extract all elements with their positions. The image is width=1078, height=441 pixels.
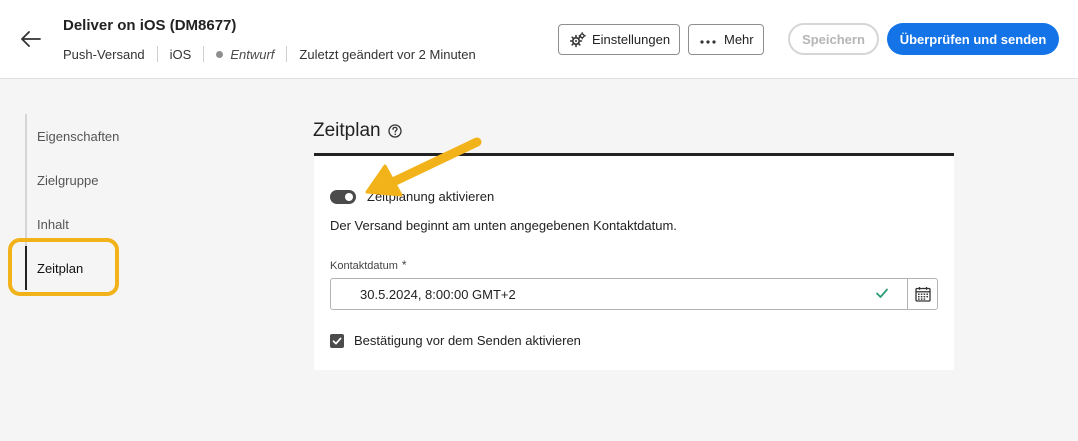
contact-date-input[interactable]: 30.5.2024, 8:00:00 GMT+2 [330,278,908,310]
confirmation-checkbox[interactable] [330,333,344,348]
confirmation-checkbox-row: Bestätigung vor dem Senden aktivieren [330,333,581,348]
status-badge: Entwurf [230,46,275,62]
sidebar-item-audience[interactable]: Zielgruppe [25,158,145,202]
settings-button[interactable]: Einstellungen [558,24,680,55]
more-label: Mehr [724,32,754,47]
save-button[interactable]: Speichern [788,23,879,55]
review-send-button[interactable]: Überprüfen und senden [887,23,1059,55]
confirmation-checkbox-label: Bestätigung vor dem Senden aktivieren [354,333,581,348]
status-dot-icon [216,50,224,58]
sidebar-item-label: Inhalt [37,216,69,232]
sidebar-item-label: Zielgruppe [37,172,99,188]
more-dots-icon [700,32,716,47]
annotation-arrow [365,137,482,197]
settings-label: Einstellungen [592,32,671,47]
contact-date-label: Kontaktdatum * [330,258,407,272]
delivery-meta: Push-Versand iOS Entwurf Zuletzt geänder… [63,45,476,63]
sidebar-item-properties[interactable]: Eigenschaften [25,114,145,158]
divider [156,46,158,62]
header-bar: Deliver on iOS (DM8677) Push-Versand iOS… [0,0,1078,79]
more-button[interactable]: Mehr [688,24,764,55]
checkmark-icon [875,286,889,300]
highlight-annotation [8,238,119,296]
schedule-description: Der Versand beginnt am unten angegebenen… [330,218,677,233]
gear-icon [570,31,586,48]
platform-label: iOS [169,46,192,62]
calendar-icon [914,286,931,302]
divider [286,46,288,62]
calendar-button[interactable] [907,278,938,310]
back-arrow-icon[interactable] [18,27,44,51]
contact-date-label-text: Kontaktdatum [330,260,398,272]
sidebar-item-label: Eigenschaften [37,128,120,144]
required-mark: * [401,258,407,272]
divider [203,46,205,62]
toggle-knob [345,192,353,201]
contact-date-value: 30.5.2024, 8:00:00 GMT+2 [360,286,516,302]
schedule-toggle[interactable] [330,189,356,204]
page-title: Deliver on iOS (DM8677) [63,17,237,34]
channel-label: Push-Versand [63,46,145,62]
last-modified: Zuletzt geändert vor 2 Minuten [299,46,476,62]
